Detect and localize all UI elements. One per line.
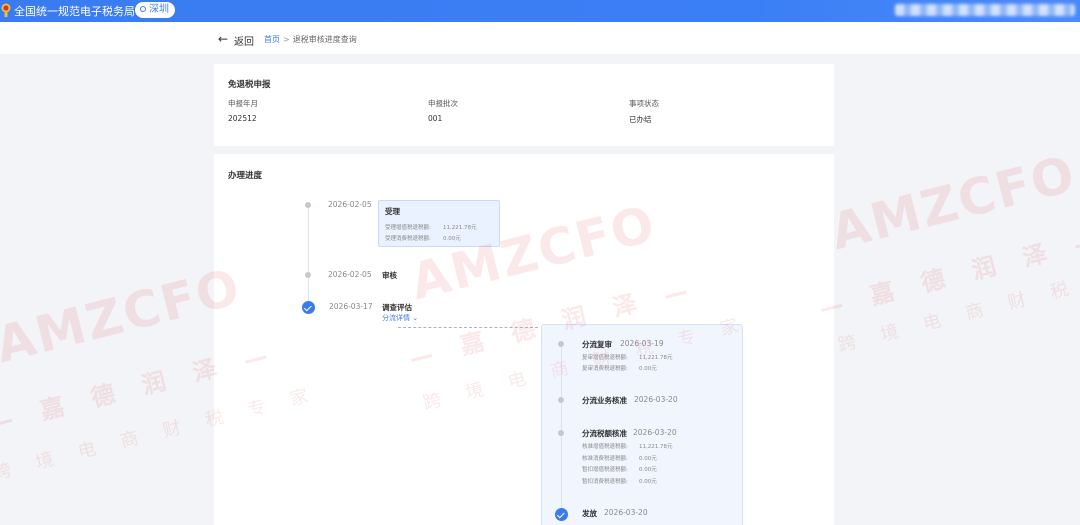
field-value-period: 202512 [228,114,257,123]
sub-step-title: 分流税额核准 [582,429,627,438]
step-title-investigation: 调查评估 [382,303,412,312]
back-button[interactable]: 返回 [234,33,254,48]
user-info-blurred[interactable] [895,4,1075,16]
watermark-brand: AMZCFO [825,144,1080,262]
progress-title: 办理进度 [228,171,263,181]
sub-timeline-line [561,344,562,512]
sub-timeline-dot [558,341,564,347]
timeline-line [308,205,309,305]
detail-label: 受理增值税退税额: [385,225,431,231]
top-bar: 全国统一规范电子税务局 深圳 [0,0,1080,22]
detail-value: 0.00元 [639,366,657,372]
step-date: 2026-03-17 [329,302,373,311]
detail-value: 11,221.78元 [639,444,673,450]
detail-value: 0.00元 [639,456,657,462]
step-title-accept: 受理 [385,207,400,216]
breadcrumb-current: 退税审核进度查询 [292,35,357,44]
detail-label: 暂扣增值税退税额: [582,467,628,473]
sub-nav-bar: ← 返回 首页 > 退税审核进度查询 [0,22,1080,54]
detail-label: 核准增值税退税额: [582,444,628,450]
step-date: 2026-02-05 [328,200,372,209]
sub-timeline-dot [558,397,564,403]
detail-label: 复审消费税退税额: [582,366,628,372]
detail-label: 核准消费税退税额: [582,456,628,462]
split-details-link[interactable]: 分流详情 ⌄ [382,313,418,323]
breadcrumb-home[interactable]: 首页 [264,35,280,44]
detail-value: 0.00元 [639,479,657,485]
sub-step-date: 2026-03-20 [633,428,677,437]
sub-step-date: 2026-03-19 [620,339,664,348]
connector-dashed-line [398,327,538,328]
detail-label: 暂扣消费税退税额: [582,479,628,485]
declaration-title: 免退税申报 [228,80,271,90]
timeline-dot [305,202,311,208]
step-date: 2026-02-05 [328,270,372,279]
breadcrumb-separator: > [283,35,290,44]
sub-step-date: 2026-03-20 [604,508,648,517]
detail-label: 复审增值税退税额: [582,355,628,361]
detail-value: 0.00元 [443,236,461,242]
sub-step-title: 发放 [582,509,597,518]
timeline-dot [305,272,311,278]
city-label: 深圳 [149,4,169,15]
field-value-batch: 001 [428,114,443,123]
chevron-down-icon: ⌄ [412,314,419,322]
check-circle-icon [302,301,315,314]
field-label-period: 申报年月 [228,99,258,108]
split-details-label: 分流详情 [382,314,410,322]
detail-value: 11,221.78元 [639,355,673,361]
field-label-batch: 申报批次 [428,99,458,108]
watermark-line2: 跨 境 电 商 财 税 专 家 [835,255,1080,357]
watermark-brand: AMZCFO [0,257,247,375]
check-circle-icon [555,508,568,521]
detail-value: 11,221.78元 [443,225,477,231]
location-pin-icon [140,6,146,12]
tax-bureau-emblem-icon [1,3,11,17]
field-value-status: 已办结 [629,115,652,124]
city-selector[interactable]: 深圳 [135,2,175,18]
breadcrumb: 首页 > 退税审核进度查询 [264,34,357,45]
step-title-review: 审核 [382,271,397,280]
sub-timeline-dot [558,430,564,436]
watermark-line1: — 嘉 德 润 泽 — [816,224,1080,323]
back-arrow-icon[interactable]: ← [218,33,228,45]
sub-step-title: 分流业务核准 [582,396,627,405]
sub-step-date: 2026-03-20 [634,395,678,404]
field-label-status: 事项状态 [629,99,659,108]
detail-label: 受理消费税退税额: [385,236,431,242]
declaration-card: 免退税申报 申报年月 202512 申报批次 001 事项状态 已办结 [214,64,834,146]
sub-step-title: 分流复审 [582,340,612,349]
app-title: 全国统一规范电子税务局 [14,5,135,18]
detail-value: 0.00元 [639,467,657,473]
